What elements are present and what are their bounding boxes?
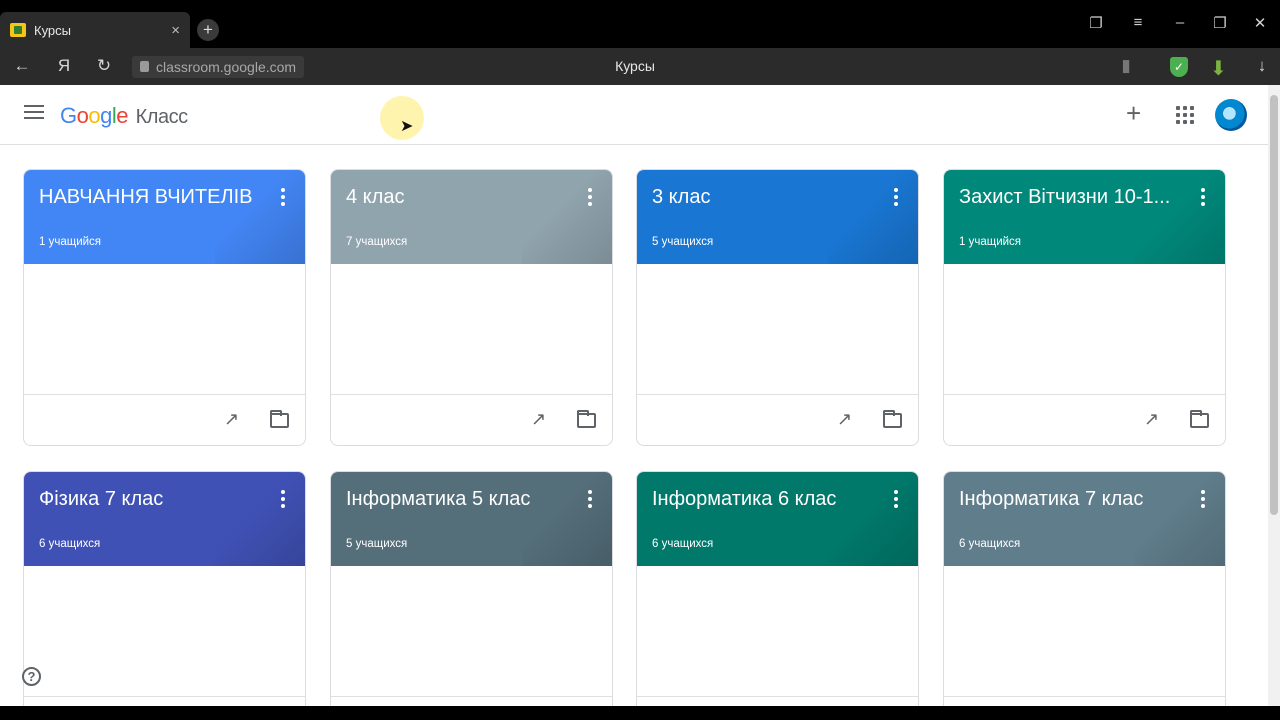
course-card-footer: ↗	[24, 696, 305, 706]
trending-up-icon[interactable]: ↗	[224, 409, 239, 430]
course-header-illustration	[215, 170, 305, 264]
google-classroom-logo[interactable]: Google Класс	[60, 103, 188, 129]
course-student-count: 1 учащийся	[39, 236, 102, 248]
browser-tab-bar: Курсы × + ❐ ≡ – ❐ ✕	[0, 0, 1280, 48]
course-more-options-icon[interactable]	[588, 188, 592, 206]
course-title[interactable]: 3 клас	[652, 186, 710, 209]
course-title[interactable]: 4 клас	[346, 186, 404, 209]
create-join-class-button[interactable]: +	[1126, 100, 1141, 126]
course-student-count: 7 учащихся	[346, 236, 408, 248]
course-more-options-icon[interactable]	[588, 490, 592, 508]
course-card-header[interactable]: 3 клас 5 учащихся	[637, 170, 918, 264]
course-card[interactable]: Фізика 7 клас 6 учащихся ↗	[23, 471, 306, 706]
course-card-footer: ↗	[944, 394, 1225, 445]
address-bar: ← Я ↻ classroom.google.com Курсы ▮ ✓ ⬇ ↓	[0, 48, 1280, 85]
course-card-header[interactable]: Інформатика 6 клас 6 учащихся	[637, 472, 918, 566]
downloads-icon[interactable]: ↓	[1250, 56, 1274, 76]
course-card-header[interactable]: Захист Вітчизни 10-1... 1 учащийся	[944, 170, 1225, 264]
tab-close-icon[interactable]: ×	[171, 22, 180, 39]
course-card[interactable]: 4 клас 7 учащихся ↗	[330, 169, 613, 446]
course-student-count: 6 учащихся	[652, 538, 714, 550]
course-card[interactable]: НАВЧАННЯ ВЧИТЕЛІВ 1 учащийся ↗	[23, 169, 306, 446]
bookmark-icon[interactable]: ▮	[1114, 56, 1138, 76]
course-card-footer: ↗	[637, 696, 918, 706]
page-scrollbar[interactable]	[1268, 85, 1280, 706]
main-menu-icon[interactable]	[24, 105, 44, 121]
course-card-header[interactable]: Інформатика 7 клас 6 учащихся	[944, 472, 1225, 566]
course-card[interactable]: 3 клас 5 учащихся ↗	[636, 169, 919, 446]
course-card-header[interactable]: Фізика 7 клас 6 учащихся	[24, 472, 305, 566]
course-more-options-icon[interactable]	[894, 188, 898, 206]
course-title[interactable]: Інформатика 6 клас	[652, 488, 836, 511]
classroom-favicon-icon	[10, 23, 26, 37]
course-card[interactable]: Інформатика 6 клас 6 учащихся ↗	[636, 471, 919, 706]
course-card-footer: ↗	[331, 394, 612, 445]
account-avatar[interactable]	[1215, 99, 1247, 131]
app-header: Google Класс ➤ +	[0, 85, 1268, 145]
course-student-count: 1 учащийся	[959, 236, 1022, 248]
classroom-page: Google Класс ➤ + НАВЧАННЯ ВЧИТЕЛІВ 1 уча…	[0, 85, 1268, 706]
course-card[interactable]: Інформатика 7 клас 6 учащихся ↗	[943, 471, 1226, 706]
course-card-header[interactable]: НАВЧАННЯ ВЧИТЕЛІВ 1 учащийся	[24, 170, 305, 264]
folder-icon[interactable]	[883, 410, 902, 428]
folder-icon[interactable]	[577, 410, 596, 428]
course-card-header[interactable]: Інформатика 5 клас 5 учащихся	[331, 472, 612, 566]
course-card[interactable]: Захист Вітчизни 10-1... 1 учащийся ↗	[943, 169, 1226, 446]
folder-icon[interactable]	[1190, 410, 1209, 428]
course-more-options-icon[interactable]	[281, 490, 285, 508]
course-title[interactable]: Фізика 7 клас	[39, 488, 163, 511]
folder-icon[interactable]	[270, 410, 289, 428]
course-header-illustration	[828, 170, 918, 264]
protect-shield-icon[interactable]: ✓	[1170, 57, 1188, 77]
course-student-count: 6 учащихся	[959, 538, 1021, 550]
course-student-count: 5 учащихся	[652, 236, 714, 248]
course-title[interactable]: Інформатика 7 клас	[959, 488, 1143, 511]
trending-up-icon[interactable]: ↗	[1144, 409, 1159, 430]
course-card-footer: ↗	[637, 394, 918, 445]
new-tab-button[interactable]: +	[197, 19, 219, 41]
course-more-options-icon[interactable]	[1201, 490, 1205, 508]
trending-up-icon[interactable]: ↗	[531, 409, 546, 430]
google-apps-icon[interactable]	[1176, 106, 1194, 124]
help-icon[interactable]: ?	[22, 667, 41, 686]
close-window-icon[interactable]: ✕	[1248, 14, 1272, 32]
course-title[interactable]: Інформатика 5 клас	[346, 488, 530, 511]
course-title[interactable]: НАВЧАННЯ ВЧИТЕЛІВ	[39, 186, 253, 209]
course-header-illustration	[1135, 472, 1225, 566]
page-title: Курсы	[615, 58, 655, 74]
restore-icon[interactable]: ❐	[1208, 14, 1232, 32]
savefrom-download-icon[interactable]: ⬇	[1210, 56, 1227, 81]
course-card-footer: ↗	[24, 394, 305, 445]
course-more-options-icon[interactable]	[894, 490, 898, 508]
tab-title: Курсы	[34, 22, 72, 38]
course-header-illustration	[522, 472, 612, 566]
minimize-icon[interactable]: –	[1168, 14, 1192, 31]
browser-menu-icon[interactable]: ≡	[1126, 14, 1150, 31]
course-header-illustration	[215, 472, 305, 566]
course-card[interactable]: Інформатика 5 клас 5 учащихся ↗	[330, 471, 613, 706]
trending-up-icon[interactable]: ↗	[837, 409, 852, 430]
course-header-illustration	[1135, 170, 1225, 264]
bookmarks-panel-icon[interactable]: ❐	[1084, 14, 1108, 32]
course-student-count: 6 учащихся	[39, 538, 101, 550]
tab-courses[interactable]: Курсы ×	[0, 12, 190, 48]
course-more-options-icon[interactable]	[1201, 188, 1205, 206]
course-header-illustration	[828, 472, 918, 566]
course-student-count: 5 учащихся	[346, 538, 408, 550]
course-more-options-icon[interactable]	[281, 188, 285, 206]
course-card-footer: ↗	[944, 696, 1225, 706]
mouse-cursor-icon: ➤	[400, 118, 414, 135]
course-card-footer: ↗	[331, 696, 612, 706]
course-card-header[interactable]: 4 клас 7 учащихся	[331, 170, 612, 264]
course-header-illustration	[522, 170, 612, 264]
course-title[interactable]: Захист Вітчизни 10-1...	[959, 186, 1170, 209]
video-bottom-bar	[0, 706, 1280, 720]
